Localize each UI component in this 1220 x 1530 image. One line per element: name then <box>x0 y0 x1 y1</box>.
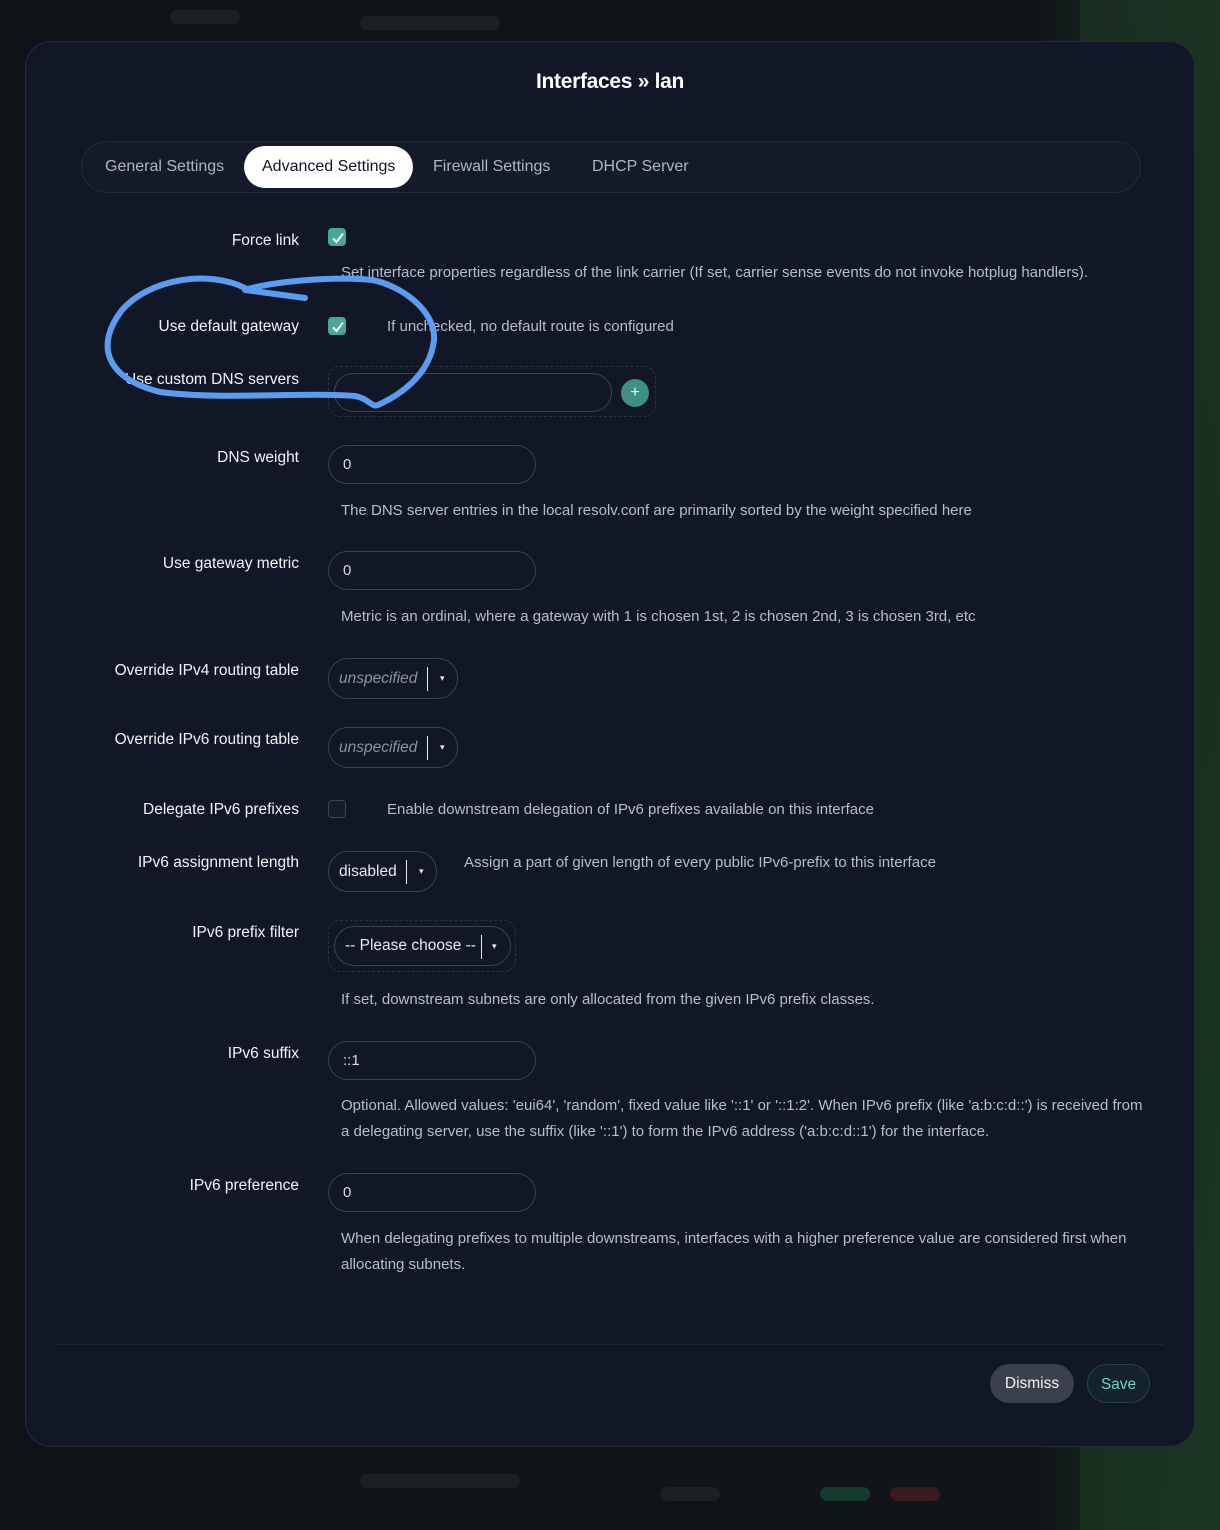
select-separator <box>406 860 407 884</box>
delegate-help: Enable downstream delegation of IPv6 pre… <box>387 801 874 818</box>
select-separator <box>427 667 428 691</box>
tab-bar: General Settings Advanced Settings Firew… <box>81 141 1141 193</box>
prefix-filter-value: -- Please choose -- <box>345 937 476 954</box>
gateway-metric-input[interactable]: 0 <box>328 551 536 590</box>
chevron-down-icon: ▾ <box>440 673 445 683</box>
prefix-filter-select[interactable]: -- Please choose -- ▾ <box>334 926 511 966</box>
dismiss-button[interactable]: Dismiss <box>990 1364 1074 1403</box>
dns-weight-help: The DNS server entries in the local reso… <box>341 502 972 519</box>
backdrop-blur-bar <box>660 1487 720 1501</box>
prefix-filter-label: IPv6 prefix filter <box>192 924 299 941</box>
tab-advanced-settings[interactable]: Advanced Settings <box>244 146 414 188</box>
backdrop-blur-bar <box>360 16 500 30</box>
assign-length-help: Assign a part of given length of every p… <box>464 854 936 871</box>
assign-length-label: IPv6 assignment length <box>137 854 299 871</box>
tab-firewall-settings[interactable]: Firewall Settings <box>415 146 568 188</box>
footer-divider <box>56 1344 1164 1345</box>
gateway-metric-help: Metric is an ordinal, where a gateway wi… <box>341 608 976 625</box>
prefix-filter-help: If set, downstream subnets are only allo… <box>341 991 875 1008</box>
default-gateway-checkbox[interactable] <box>328 317 346 335</box>
custom-dns-input[interactable] <box>334 373 612 412</box>
default-gateway-help: If unchecked, no default route is config… <box>387 318 674 335</box>
backdrop-blur-bar <box>170 10 240 24</box>
ipv4-table-select[interactable]: unspecified ▾ <box>328 658 458 699</box>
suffix-help: Optional. Allowed values: 'eui64', 'rand… <box>341 1097 1143 1140</box>
force-link-label: Force link <box>231 232 299 249</box>
dns-weight-label: DNS weight <box>217 449 299 466</box>
delegate-label: Delegate IPv6 prefixes <box>143 801 299 818</box>
ipv6-table-value: unspecified <box>339 739 418 756</box>
custom-dns-label: Use custom DNS servers <box>125 371 299 388</box>
assign-length-select[interactable]: disabled ▾ <box>328 851 437 892</box>
preference-label: IPv6 preference <box>189 1177 299 1194</box>
ipv6-table-select[interactable]: unspecified ▾ <box>328 727 458 768</box>
chevron-down-icon: ▾ <box>440 742 445 752</box>
suffix-input[interactable]: ::1 <box>328 1041 536 1080</box>
save-button[interactable]: Save <box>1087 1364 1150 1403</box>
interface-modal: Interfaces » lan General Settings Advanc… <box>25 41 1195 1447</box>
backdrop-blur-bar <box>890 1487 940 1501</box>
ipv6-table-label: Override IPv6 routing table <box>114 731 299 748</box>
checkmark-icon <box>332 321 344 333</box>
delegate-checkbox[interactable] <box>328 800 346 818</box>
chevron-down-icon: ▾ <box>419 866 424 876</box>
tab-dhcp-server[interactable]: DHCP Server <box>574 146 707 188</box>
select-separator <box>481 935 482 959</box>
assign-length-value: disabled <box>339 863 397 880</box>
backdrop-blur-bar <box>360 1474 520 1488</box>
custom-dns-list: + <box>328 366 656 417</box>
force-link-help: Set interface properties regardless of t… <box>341 264 1089 281</box>
preference-help: When delegating prefixes to multiple dow… <box>341 1230 1127 1273</box>
checkmark-icon <box>332 232 344 244</box>
default-gateway-label: Use default gateway <box>158 318 299 335</box>
preference-input[interactable]: 0 <box>328 1173 536 1212</box>
gateway-metric-label: Use gateway metric <box>162 555 299 572</box>
select-separator <box>427 736 428 760</box>
force-link-checkbox[interactable] <box>328 228 346 246</box>
dns-weight-input[interactable]: 0 <box>328 445 536 484</box>
tab-general-settings[interactable]: General Settings <box>87 146 242 188</box>
modal-title: Interfaces » lan <box>535 70 685 93</box>
backdrop-blur-bar <box>820 1487 870 1501</box>
ipv4-table-value: unspecified <box>339 670 418 687</box>
prefix-filter-wrapper: -- Please choose -- ▾ <box>328 920 516 972</box>
ipv4-table-label: Override IPv4 routing table <box>114 662 299 679</box>
suffix-label: IPv6 suffix <box>227 1045 299 1062</box>
chevron-down-icon: ▾ <box>492 941 497 951</box>
plus-icon[interactable]: + <box>621 379 649 407</box>
